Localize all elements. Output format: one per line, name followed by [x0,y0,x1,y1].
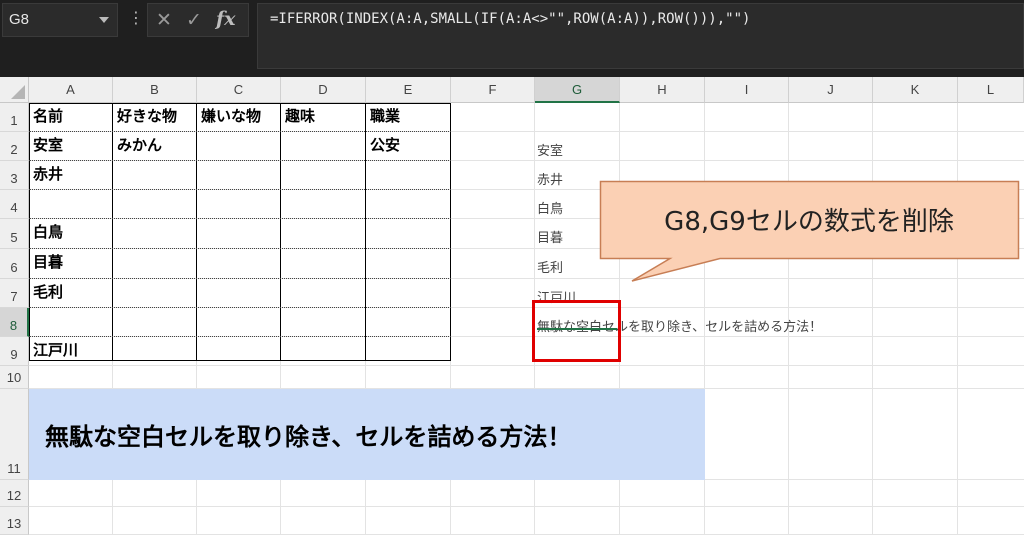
row-number: 3 [10,171,18,186]
gridline-vertical [872,103,873,535]
select-all-triangle-icon [11,85,25,99]
row-header-4[interactable]: 4 [0,190,29,219]
column-header-j[interactable]: J [789,77,873,103]
table-row-line [29,131,451,132]
enter-icon[interactable]: ✓ [186,8,202,32]
row-header-11[interactable]: 11 [0,389,29,480]
name-box-dropdown-icon[interactable] [99,17,109,23]
row-header-1[interactable]: 1 [0,103,29,132]
row-number: 4 [10,200,18,215]
row-header-10[interactable]: 10 [0,366,29,389]
column-header-a[interactable]: A [29,77,113,103]
column-header-k[interactable]: K [873,77,958,103]
gridline-horizontal [29,506,1024,507]
cancel-icon[interactable]: ✕ [156,8,172,32]
row-number: 1 [10,113,18,128]
table-row-line [29,336,451,337]
row-number: 9 [10,347,18,362]
row-header-12[interactable]: 12 [0,480,29,507]
gridline-vertical [957,103,958,535]
row-number: 11 [7,461,21,476]
row-number: 12 [6,488,22,503]
table-column-line [112,103,113,361]
column-header-c[interactable]: C [197,77,281,103]
row-number: 7 [10,289,18,304]
table-outer-border [29,103,451,361]
callout-bubble: G8,G9セルの数式を削除 [599,180,1020,282]
table-row-line [29,189,451,190]
table-column-line [365,103,366,361]
column-g-cell[interactable]: 安室 [537,140,563,159]
column-header-i[interactable]: I [705,77,789,103]
title-banner: 無駄な空白セルを取り除き、セルを詰める方法！ [29,389,705,480]
table-row-line [29,278,451,279]
spreadsheet-grid[interactable]: ABCDEFGHIJKL 1 2 3 4 5 6 7 8 9 10 11 12 13 名前 好きな物 嫌いな… [0,77,1024,535]
table-row-line [29,218,451,219]
column-g-cell[interactable]: 赤井 [537,169,563,188]
row-number: 2 [10,142,18,157]
row-header-2[interactable]: 2 [0,132,29,161]
highlight-box [532,300,621,362]
row-number: 8 [9,318,18,333]
column-g-cell[interactable]: 毛利 [537,257,563,276]
row-header-6[interactable]: 6 [0,249,29,279]
row-header-3[interactable]: 3 [0,161,29,190]
row-number: 13 [6,516,22,531]
select-all-button[interactable] [0,77,29,103]
row-header-13[interactable]: 13 [0,507,29,535]
row-header-7[interactable]: 7 [0,279,29,308]
column-g-cell[interactable]: 白鳥 [537,198,563,217]
column-header-g[interactable]: G [535,77,620,103]
row-header-9[interactable]: 9 [0,337,29,366]
column-header-f[interactable]: F [451,77,535,103]
table-column-line [196,103,197,361]
table-column-line [280,103,281,361]
name-box[interactable]: G8 [2,3,118,37]
column-g-cell[interactable]: 目暮 [537,227,563,246]
table-row-line [29,248,451,249]
formula-bar-area: G8 ⋮ ✕ ✓ fx =IFERROR(INDEX(A:A,SMALL(IF(… [0,0,1024,77]
row-number: 10 [6,370,22,385]
callout-text: G8,G9セルの数式を削除 [664,207,954,237]
table-row-line [29,307,451,308]
table-row-line [29,160,451,161]
row-header-5[interactable]: 5 [0,219,29,249]
row-number: 6 [10,260,18,275]
column-header-l[interactable]: L [958,77,1024,103]
column-header-b[interactable]: B [113,77,197,103]
banner-text: 無駄な空白セルを取り除き、セルを詰める方法！ [45,423,572,451]
name-box-value: G8 [9,11,30,28]
column-header-h[interactable]: H [620,77,705,103]
column-header-d[interactable]: D [281,77,366,103]
formula-input[interactable]: =IFERROR(INDEX(A:A,SMALL(IF(A:A<>"",ROW(… [257,3,1024,69]
row-header-8[interactable]: 8 [0,308,29,337]
insert-function-icon[interactable]: fx [216,7,236,31]
formula-buttons: ✕ ✓ fx [147,3,249,37]
more-options-icon[interactable]: ⋮ [128,8,144,28]
column-header-e[interactable]: E [366,77,451,103]
row-number: 5 [10,230,18,245]
